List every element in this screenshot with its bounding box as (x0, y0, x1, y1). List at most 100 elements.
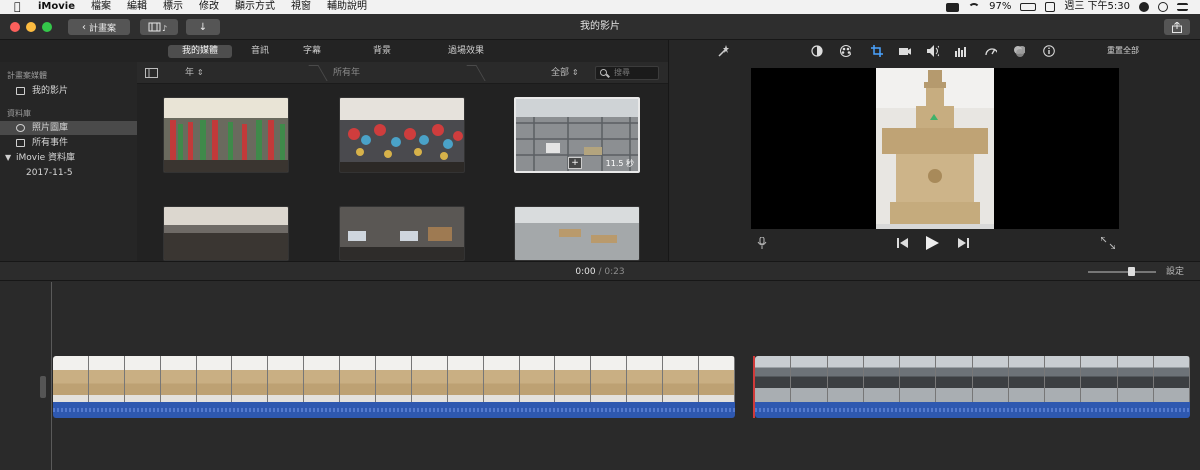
film-icon (16, 87, 25, 95)
menu-edit[interactable]: 編輯 (119, 0, 155, 14)
play-icon[interactable] (925, 236, 939, 250)
year-grouping-label: 年 (185, 68, 195, 78)
timeline-clip[interactable] (53, 356, 735, 418)
disclosure-triangle-icon[interactable]: ▼ (5, 154, 14, 162)
tab-backgrounds[interactable]: 背景 (366, 45, 398, 58)
clip-filter-icon[interactable] (1013, 45, 1025, 57)
menu-file[interactable]: 檔案 (83, 0, 119, 14)
crop-icon[interactable] (871, 45, 883, 57)
close-window-button[interactable] (10, 22, 20, 32)
microphone-icon[interactable] (757, 237, 767, 249)
clip-filter-label: 全部 (551, 68, 570, 78)
magic-wand-icon[interactable] (717, 45, 729, 57)
stabilization-camera-icon[interactable] (899, 45, 911, 57)
add-to-timeline-icon[interactable]: + (568, 157, 582, 169)
search-placeholder: 搜尋 (614, 68, 630, 77)
timeline-clip[interactable] (755, 356, 1190, 418)
menu-clock[interactable]: 週三 下午5:30 (1064, 0, 1130, 14)
timeline-start-handle[interactable] (40, 376, 46, 398)
menu-view[interactable]: 顯示方式 (227, 0, 283, 14)
media-library-toggle-button[interactable]: ♪ (140, 19, 178, 35)
clip-filter-select[interactable]: 全部 ⇕ (551, 62, 579, 84)
timecode: 0:00 / 0:23 (0, 262, 1200, 282)
wifi-icon[interactable] (968, 2, 981, 12)
battery-icon[interactable] (1020, 3, 1037, 11)
menu-app-name[interactable]: iMovie (30, 0, 83, 14)
filmstrip-frame (936, 356, 973, 402)
media-thumbnail[interactable] (514, 206, 640, 261)
photos-icon (16, 124, 25, 132)
sidebar-item-imovie-library[interactable]: ▼ iMovie 資料庫 (0, 151, 137, 165)
filmstrip-frame (827, 356, 864, 402)
equalizer-icon[interactable] (955, 45, 967, 57)
filmstrip-frame (304, 356, 341, 402)
menu-mark[interactable]: 標示 (155, 0, 191, 14)
clip-audio-waveform[interactable] (53, 402, 735, 418)
sidebar-item-my-movie[interactable]: 我的影片 (0, 84, 137, 98)
input-method-icon[interactable] (1045, 2, 1056, 12)
video-viewer (751, 68, 1119, 229)
tab-titles[interactable]: 字幕 (296, 45, 328, 58)
timeline-zoom-slider[interactable] (1088, 271, 1156, 273)
reset-all-button[interactable]: 重置全部 (1107, 45, 1139, 56)
menu-help[interactable]: 輔助說明 (319, 0, 375, 14)
skip-forward-icon[interactable] (957, 238, 969, 248)
events-icon (16, 139, 25, 147)
zoom-window-button[interactable] (42, 22, 52, 32)
tab-transitions[interactable]: 過場效果 (438, 45, 494, 58)
volume-icon[interactable] (927, 45, 939, 57)
all-years-breadcrumb[interactable]: 所有年 (333, 62, 360, 84)
minimize-window-button[interactable] (26, 22, 36, 32)
siri-icon[interactable] (1139, 2, 1149, 12)
notification-center-icon[interactable] (1177, 3, 1188, 11)
playhead[interactable] (51, 282, 52, 470)
import-button[interactable]: ↓ (186, 19, 220, 35)
filmstrip-frame (340, 356, 377, 402)
sidebar-item-event-date[interactable]: 2017-11-5 (0, 166, 137, 180)
speed-icon[interactable] (985, 45, 997, 57)
media-thumbnail[interactable] (339, 97, 465, 173)
timecode-current: 0:00 (575, 267, 596, 277)
color-balance-icon[interactable] (811, 45, 823, 57)
search-field[interactable]: 搜尋 (595, 66, 659, 80)
tab-audio[interactable]: 音訊 (244, 45, 276, 58)
timeline-settings-button[interactable]: 設定 (1166, 262, 1184, 282)
menu-window[interactable]: 視窗 (283, 0, 319, 14)
libraries-header: 資料庫 (7, 109, 31, 118)
filmstrip-frame (591, 356, 628, 402)
media-thumbnail[interactable] (163, 97, 289, 173)
filmstrip-frame (483, 356, 520, 402)
crowd-hall-image (164, 207, 288, 260)
fullscreen-icon[interactable] (1101, 237, 1115, 249)
menu-modify[interactable]: 修改 (191, 0, 227, 14)
skip-back-icon[interactable] (897, 238, 909, 248)
media-thumbnail[interactable] (339, 206, 465, 261)
timecode-separator: / (598, 267, 602, 277)
tab-my-media[interactable]: 我的媒體 (168, 45, 232, 58)
media-thumbnail-selected[interactable]: + 11.5 秒 (514, 97, 640, 173)
media-thumbnail[interactable] (163, 206, 289, 261)
browser-filter-bar: 年 ⇕ 所有年 全部 ⇕ 搜尋 (137, 62, 668, 84)
sidebar-item-photos-library[interactable]: 照片圖庫 (0, 121, 137, 135)
clip-audio-waveform[interactable] (755, 402, 1190, 418)
line-app-icon[interactable] (946, 2, 960, 12)
apple-menu-icon[interactable]:  (14, 0, 30, 14)
spotlight-search-icon[interactable] (1158, 2, 1168, 12)
projects-button[interactable]: ‹ 計畫案 (68, 19, 130, 35)
timeline[interactable] (0, 281, 1200, 470)
info-icon[interactable] (1043, 45, 1055, 57)
lobby-screens-image (340, 207, 464, 260)
year-grouping-select[interactable]: 年 ⇕ (185, 62, 204, 84)
sidebar-item-all-events[interactable]: 所有事件 (0, 136, 137, 150)
filmstrip-frame (160, 356, 197, 402)
breadcrumb-separator-icon (466, 65, 486, 81)
color-correction-icon[interactable] (839, 45, 851, 57)
film-music-icon: ♪ (148, 22, 167, 32)
sidebar-toggle-icon[interactable] (145, 68, 158, 78)
timeline-zoom-knob[interactable] (1128, 267, 1135, 276)
share-button[interactable] (1164, 19, 1190, 35)
breadcrumb-separator-icon (308, 65, 328, 81)
filmstrip-frame (755, 356, 792, 402)
viewer-panel: 重置全部 (668, 40, 1200, 261)
search-icon (600, 69, 607, 76)
